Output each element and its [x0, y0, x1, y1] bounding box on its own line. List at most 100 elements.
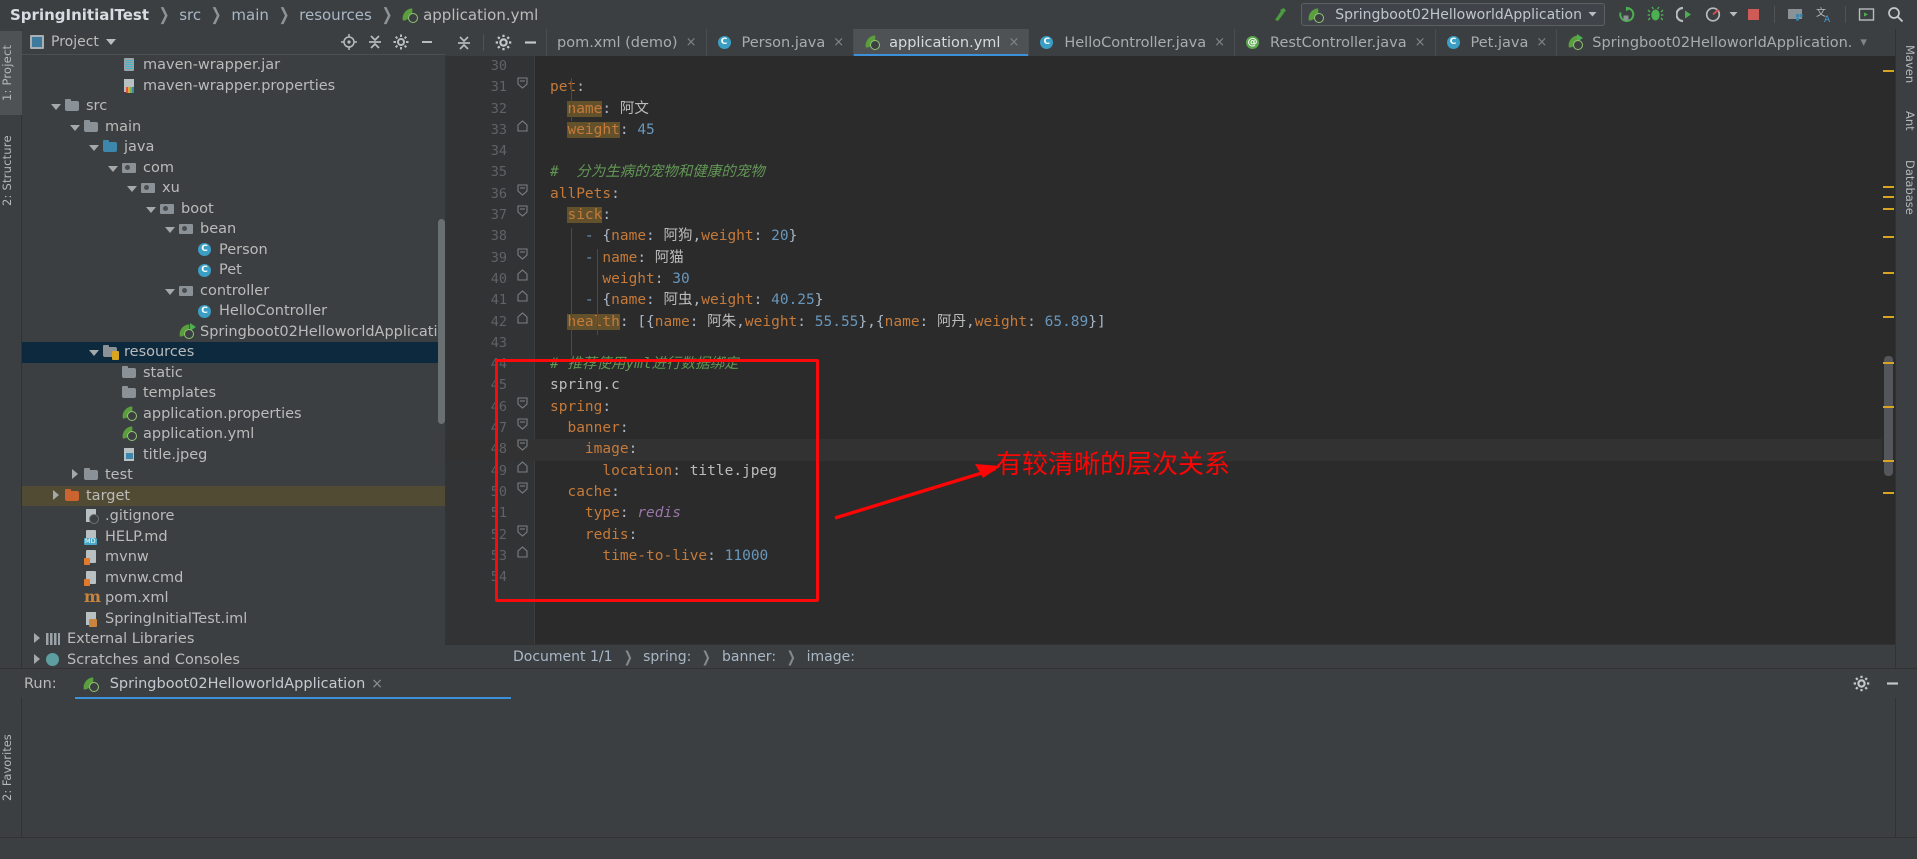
editor-line[interactable]: 47 banner: — [445, 418, 1895, 439]
rerun-icon[interactable] — [1613, 3, 1640, 27]
editor-lines[interactable]: 30 31 pet: 32 name: 阿文 33 weight: 45 34 35 # 分为… — [445, 56, 1895, 644]
build-hammer-icon[interactable] — [1266, 3, 1293, 27]
chevron-down-icon[interactable] — [126, 182, 138, 194]
doc-breadcrumb-image[interactable]: image: — [807, 649, 855, 665]
collapse-all-icon[interactable] — [451, 31, 477, 55]
fold-end-icon[interactable] — [517, 120, 529, 133]
tool-window-ant[interactable]: Ant — [1895, 101, 1917, 141]
tree-row-help-md[interactable]: MD HELP.md — [22, 527, 445, 548]
close-icon[interactable]: × — [1536, 35, 1547, 50]
chevron-down-icon[interactable] — [105, 38, 116, 45]
tree-row-springboot02helloworldapplication[interactable]: Springboot02HelloworldApplication — [22, 322, 445, 343]
minimize-icon[interactable] — [419, 34, 435, 50]
project-tree[interactable]: maven-wrapper.jar maven-wrapper.propertie… — [22, 55, 445, 666]
editor-tab-springboot02helloworldapplication-[interactable]: Springboot02HelloworldApplication. ▾ — [1556, 29, 1876, 56]
code-editor[interactable]: 30 31 pet: 32 name: 阿文 33 weight: 45 34 35 # 分为… — [445, 56, 1895, 644]
editor-line[interactable]: 54 — [445, 567, 1895, 588]
tool-window-database[interactable]: Database — [1895, 147, 1917, 227]
fold-collapse-icon[interactable] — [517, 439, 529, 452]
tool-window-favorites[interactable]: 2: Favorites — [0, 698, 22, 837]
tree-row-mvnw[interactable]: mvnw — [22, 547, 445, 568]
settings-gear-icon[interactable] — [393, 34, 409, 50]
fold-end-icon[interactable] — [517, 460, 529, 474]
tree-row-bean[interactable]: bean — [22, 219, 445, 240]
editor-line[interactable]: 32 name: 阿文 — [445, 99, 1895, 120]
editor-scrollbar[interactable] — [1882, 56, 1895, 644]
tree-row-xu[interactable]: xu — [22, 178, 445, 199]
chevron-right-icon[interactable] — [31, 653, 43, 666]
editor-tab-hellocontroller-java[interactable]: HelloController.java × — [1028, 29, 1234, 56]
chevron-down-icon[interactable] — [50, 100, 62, 112]
tree-row-hellocontroller[interactable]: HelloController — [22, 301, 445, 322]
tree-row-title-jpeg[interactable]: title.jpeg — [22, 445, 445, 466]
chevron-down-icon[interactable] — [69, 121, 81, 133]
tree-row-pet[interactable]: Pet — [22, 260, 445, 281]
locate-icon[interactable] — [341, 33, 357, 50]
project-structure-icon[interactable] — [1782, 3, 1809, 27]
editor-line[interactable]: 42 health: [{name: 阿朱,weight: 55.55},{na… — [445, 311, 1895, 333]
editor-line[interactable]: 37 sick: — [445, 205, 1895, 226]
chevron-down-icon[interactable] — [145, 203, 157, 215]
editor-tabs[interactable]: pom.xml (demo)×Person.java×application.y… — [546, 29, 1876, 56]
tree-row-test[interactable]: test — [22, 465, 445, 486]
close-icon[interactable]: × — [833, 35, 844, 50]
debug-icon[interactable] — [1642, 3, 1669, 27]
run-configuration-selector[interactable]: Springboot02HelloworldApplication — [1301, 3, 1605, 26]
editor-scrollbar-thumb[interactable] — [1884, 356, 1893, 476]
close-icon[interactable]: × — [371, 676, 383, 692]
minimize-icon[interactable] — [1884, 675, 1901, 692]
editor-tab-application-yml[interactable]: application.yml × — [853, 29, 1029, 56]
tree-row-springinitialtest-iml[interactable]: SpringInitialTest.iml — [22, 609, 445, 630]
fold-collapse-icon[interactable] — [517, 205, 529, 218]
tree-row-java[interactable]: java — [22, 137, 445, 158]
editor-line[interactable]: 39 - name: 阿猫 — [445, 248, 1895, 269]
chevron-down-icon[interactable] — [1729, 11, 1738, 18]
search-everywhere-icon[interactable] — [1882, 3, 1909, 27]
chevron-right-icon[interactable] — [31, 633, 43, 645]
fold-end-icon[interactable] — [517, 290, 529, 303]
fold-collapse-icon[interactable] — [517, 482, 529, 495]
tree-row-controller[interactable]: controller — [22, 281, 445, 302]
profile-icon[interactable] — [1700, 3, 1727, 27]
tree-row-src[interactable]: src — [22, 96, 445, 117]
collapse-all-icon[interactable] — [367, 34, 383, 50]
doc-breadcrumb-banner[interactable]: banner: — [722, 649, 776, 665]
tree-row-target[interactable]: target — [22, 485, 445, 506]
close-icon[interactable]: × — [1415, 35, 1426, 50]
close-icon[interactable]: × — [686, 35, 697, 50]
tree-row-boot[interactable]: boot — [22, 199, 445, 220]
tree-row-com[interactable]: com — [22, 158, 445, 179]
editor-tab-person-java[interactable]: Person.java × — [705, 29, 854, 56]
doc-breadcrumb-spring[interactable]: spring: — [643, 649, 691, 665]
tree-row-mvnw-cmd[interactable]: mvnw.cmd — [22, 568, 445, 589]
fold-collapse-icon[interactable] — [517, 248, 529, 261]
editor-line[interactable]: 36 allPets: — [445, 184, 1895, 205]
chevron-right-icon[interactable] — [50, 489, 62, 502]
tree-row-main[interactable]: main — [22, 117, 445, 138]
editor-tab-pet-java[interactable]: Pet.java × — [1434, 29, 1557, 56]
editor-line[interactable]: 33 weight: 45 — [445, 120, 1895, 141]
minimize-icon[interactable] — [517, 31, 543, 55]
tree-row-templates[interactable]: templates — [22, 383, 445, 404]
tree-row-external-libraries[interactable]: External Libraries — [22, 629, 445, 650]
editor-line[interactable]: 52 redis: — [445, 524, 1895, 546]
breadcrumb-project[interactable]: SpringInitialTest — [10, 6, 149, 24]
close-icon[interactable]: × — [1214, 35, 1225, 50]
editor-line[interactable]: 45 spring.c — [445, 375, 1895, 396]
editor-line[interactable]: 41 - {name: 阿虫,weight: 40.25} — [445, 290, 1895, 311]
tree-row-maven-wrapper-jar[interactable]: maven-wrapper.jar — [22, 55, 445, 76]
tree-row-application-properties[interactable]: application.properties — [22, 404, 445, 425]
fold-collapse-icon[interactable] — [517, 77, 529, 90]
stop-icon[interactable] — [1740, 3, 1767, 27]
fold-end-icon[interactable] — [517, 546, 529, 559]
chevron-down-icon[interactable] — [164, 285, 176, 297]
tree-row-static[interactable]: static — [22, 363, 445, 384]
translate-icon[interactable]: 文A — [1811, 3, 1838, 27]
chevron-down-icon[interactable] — [164, 223, 176, 235]
tree-row-maven-wrapper-properties[interactable]: maven-wrapper.properties — [22, 76, 445, 97]
editor-line[interactable]: 35 # 分为生病的宠物和健康的宠物 — [445, 162, 1895, 183]
run-tab[interactable]: Springboot02HelloworldApplication × — [74, 673, 512, 699]
tree-row-scratches-and-consoles[interactable]: Scratches and Consoles — [22, 650, 445, 666]
editor-line[interactable]: 40 weight: 30 — [445, 269, 1895, 290]
tree-row-pom-xml[interactable]: pom.xml — [22, 588, 445, 609]
